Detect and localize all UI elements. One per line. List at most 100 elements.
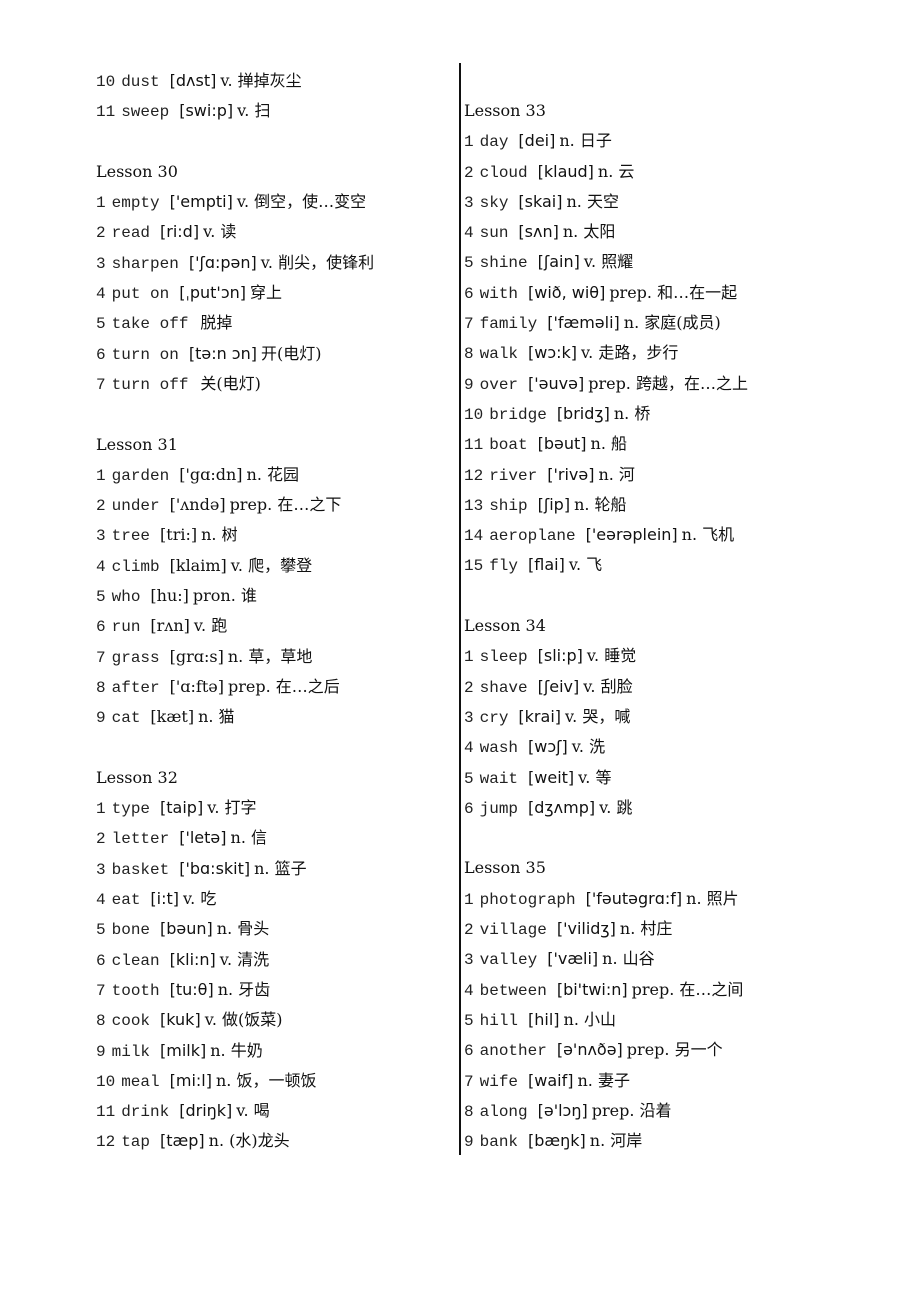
entry-word: sky <box>479 193 509 212</box>
entry-gloss: v. 做(饭菜) <box>204 1010 283 1030</box>
entry-number: 3 <box>96 860 106 879</box>
entry-phonetic: [klaim] <box>169 555 227 575</box>
entry-phonetic: [ʃain] <box>537 252 580 272</box>
entry-word: cook <box>111 1012 151 1031</box>
entry-phonetic: ['rivə] <box>547 464 595 484</box>
entry-word: hill <box>479 1011 519 1030</box>
entry-number: 4 <box>464 981 474 1000</box>
vocab-entry: 7 wife [waif] n. 妻子 <box>464 1066 884 1096</box>
entry-word: read <box>111 224 151 243</box>
vocab-entry: 6 jump [dʒʌmp] v. 跳 <box>464 793 884 823</box>
entry-number: 3 <box>464 193 474 212</box>
entry-gloss: v. 哭，喊 <box>565 706 631 726</box>
column-divider <box>459 63 461 1155</box>
entry-number: 7 <box>96 648 106 667</box>
entry-phonetic: [sʌn] <box>518 222 559 242</box>
entry-phonetic: [sli:p] <box>537 646 583 666</box>
vocab-entry: 11 boat [bəut] n. 船 <box>464 429 884 459</box>
entry-word: clean <box>111 951 160 970</box>
vocab-entry: 8 after ['ɑ:ftə] prep. 在…之后 <box>96 672 451 702</box>
lesson-title: Lesson 34 <box>464 616 546 636</box>
vocab-entry: 5 hill [hil] n. 小山 <box>464 1005 884 1035</box>
entry-phonetic: [mi:l] <box>169 1070 212 1090</box>
vocab-entry: 2 under ['ʌndə] prep. 在…之下 <box>96 490 451 520</box>
entry-word: climb <box>111 557 160 576</box>
entry-word: under <box>111 497 160 516</box>
entry-gloss: n. 村庄 <box>619 919 673 939</box>
entry-phonetic: ['ɑ:ftə] <box>169 676 224 696</box>
vocab-entry: 3 sky [skai] n. 天空 <box>464 187 884 217</box>
entry-word: run <box>111 618 141 637</box>
right-column: Lesson 33 1 day [dei] n. 日子 2 cloud [klaud] n. 云… <box>464 96 884 1156</box>
entry-phonetic: ['əuvə] <box>528 373 585 393</box>
entry-word: over <box>479 375 519 394</box>
vocab-entry: 2 letter ['letə] n. 信 <box>96 823 451 853</box>
entry-word: turn off <box>111 375 189 394</box>
entry-phonetic: [taip] <box>160 798 204 818</box>
entry-word: river <box>489 466 538 485</box>
entry-word: another <box>479 1042 547 1061</box>
entry-word: put on <box>111 285 170 304</box>
entry-number: 12 <box>96 1133 116 1152</box>
lesson-title: Lesson 32 <box>96 767 178 787</box>
entry-number: 2 <box>96 497 106 516</box>
entry-number: 6 <box>464 799 474 818</box>
entry-gloss: n. 河 <box>598 464 635 484</box>
vocab-entry: 1 empty ['empti] v. 倒空，使…变空 <box>96 187 451 217</box>
lesson-heading: Lesson 30 <box>96 157 451 187</box>
vocab-entry: 5 bone [bəun] n. 骨头 <box>96 914 451 944</box>
vocab-entry: 3 tree [tri:] n. 树 <box>96 520 451 550</box>
entry-gloss: n. 桥 <box>613 403 651 423</box>
entry-word: meal <box>121 1072 160 1091</box>
vocab-entry: 9 milk [milk] n. 牛奶 <box>96 1036 451 1066</box>
entry-number: 2 <box>464 921 474 940</box>
entry-phonetic: [dʒʌmp] <box>528 797 596 817</box>
vocab-entry: 5 shine [ʃain] v. 照耀 <box>464 247 884 277</box>
vocab-entry: 1 photograph ['fəutəgrɑ:f] n. 照片 <box>464 884 884 914</box>
lesson-heading: Lesson 34 <box>464 611 884 641</box>
entry-word: bone <box>111 921 151 940</box>
entry-word: bank <box>479 1133 519 1152</box>
entry-gloss: v. 照耀 <box>583 252 634 272</box>
entry-gloss: v. 刮脸 <box>583 676 633 696</box>
entry-phonetic: [ə'lɔŋ] <box>537 1100 588 1120</box>
entry-number: 2 <box>96 830 106 849</box>
vocab-entry: 9 cat [kæt] n. 猫 <box>96 702 451 732</box>
vocab-entry: 7 grass [grɑ:s] n. 草，草地 <box>96 642 451 672</box>
entry-gloss: n. 日子 <box>559 131 612 151</box>
entry-word: village <box>479 921 547 940</box>
entry-word: walk <box>479 345 519 364</box>
entry-number: 4 <box>96 891 106 910</box>
entry-gloss: v. 喝 <box>236 1101 270 1121</box>
entry-gloss: prep. 跨越，在…之上 <box>588 373 748 393</box>
vocab-entry: 2 village ['vilidʒ] n. 村庄 <box>464 914 884 944</box>
entry-word: tree <box>111 527 151 546</box>
entry-number: 4 <box>464 224 474 243</box>
entry-gloss: pron. 谁 <box>192 586 257 606</box>
vocab-entry: 4 sun [sʌn] n. 太阳 <box>464 217 884 247</box>
entry-word: after <box>111 678 160 697</box>
entry-word: photograph <box>479 890 576 909</box>
entry-gloss: prep. 和…在一起 <box>609 282 738 302</box>
entry-phonetic: [bəun] <box>160 919 213 939</box>
entry-word: day <box>479 133 509 152</box>
vocab-entry: 4 wash [wɔʃ] v. 洗 <box>464 732 884 762</box>
entry-word: garden <box>111 466 170 485</box>
vocab-entry: 1 garden ['gɑ:dn] n. 花园 <box>96 460 451 490</box>
vocab-entry: 15 fly [flai] v. 飞 <box>464 550 884 580</box>
entry-phonetic: ['empti] <box>169 192 233 212</box>
entry-number: 5 <box>96 921 106 940</box>
entry-number: 7 <box>96 375 106 394</box>
entry-number: 9 <box>464 1133 474 1152</box>
entry-gloss: n. 草，草地 <box>227 646 313 666</box>
entry-gloss: v. 掸掉灰尘 <box>220 71 302 90</box>
entry-word: type <box>111 800 151 819</box>
entry-phonetic: [ʃip] <box>537 494 571 514</box>
entry-word: ship <box>489 496 528 515</box>
entry-gloss: n. 牛奶 <box>210 1040 263 1060</box>
entry-number: 12 <box>464 466 484 485</box>
